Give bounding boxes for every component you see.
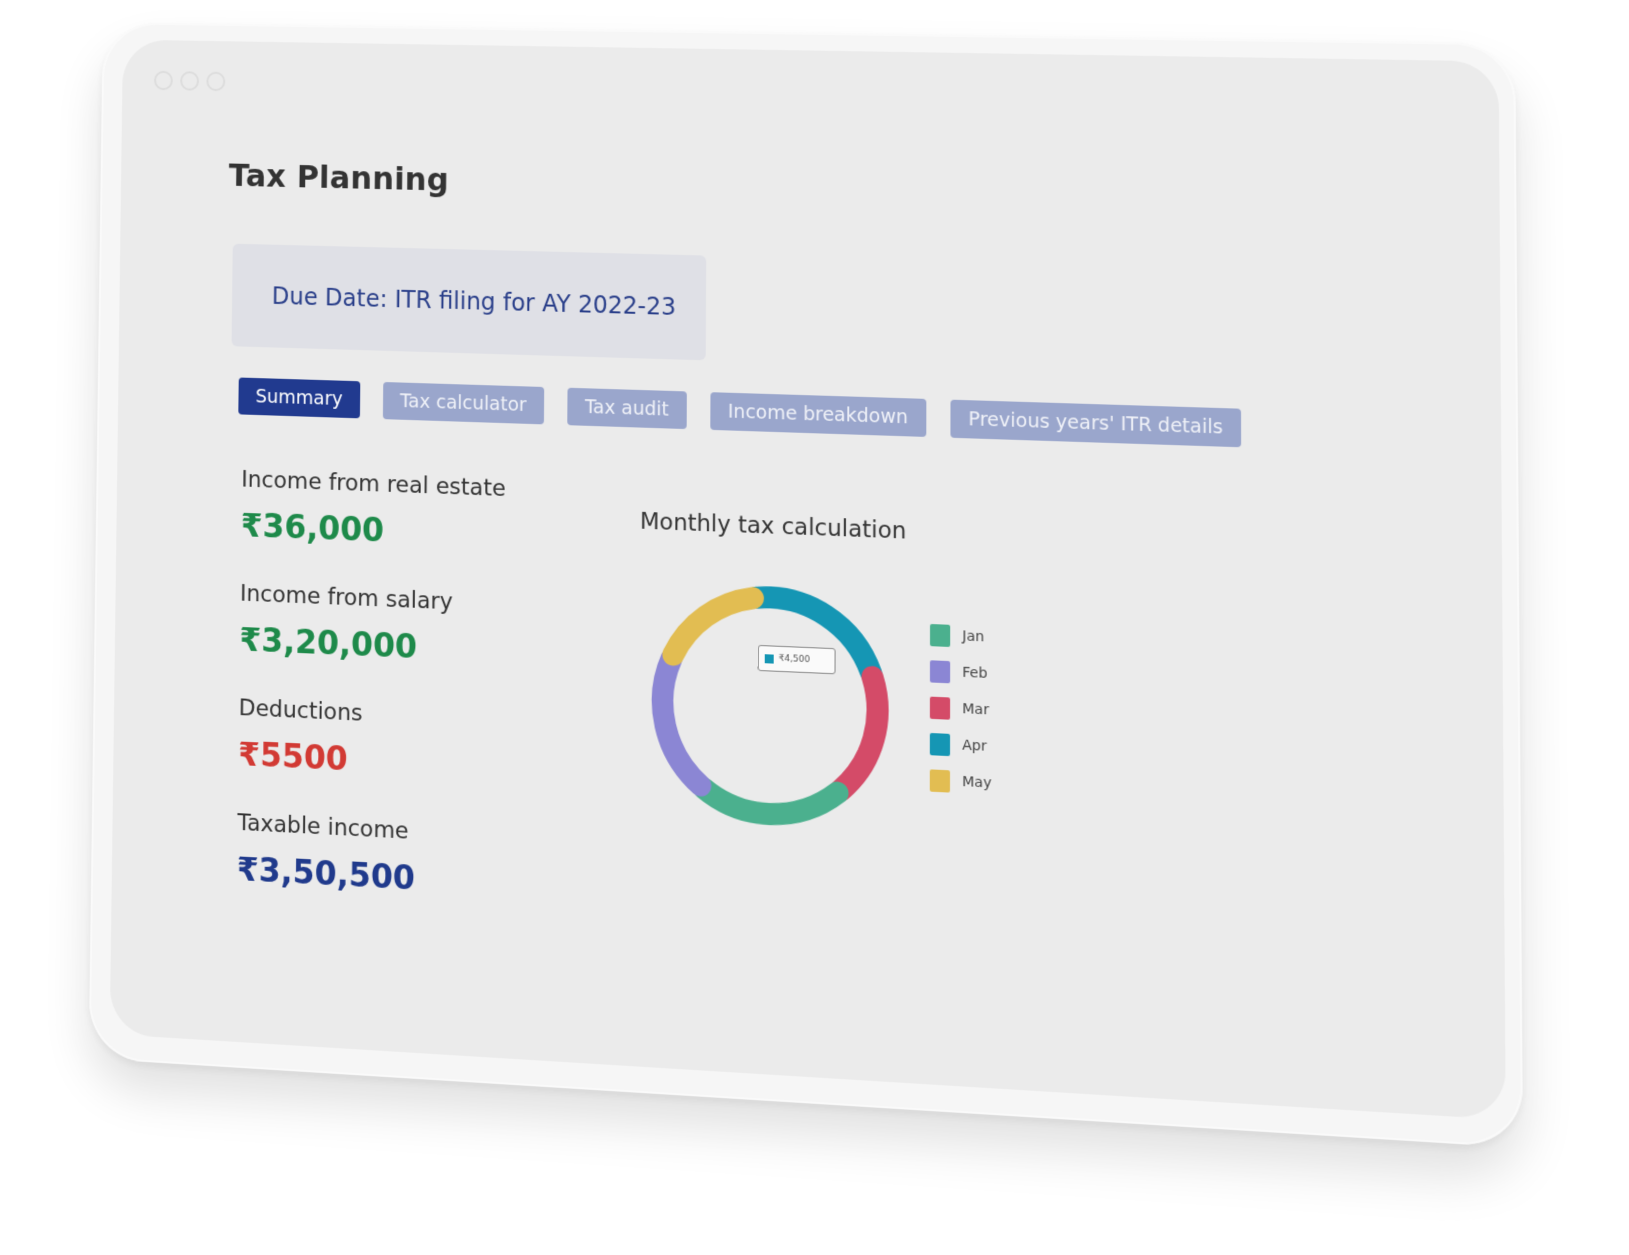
stat-label: Income from real estate bbox=[241, 467, 506, 502]
legend-swatch bbox=[930, 697, 950, 720]
summary-stats: Income from real estate ₹36,000 Income f… bbox=[236, 467, 506, 940]
device-frame: Tax Planning Due Date: ITR filing for AY… bbox=[89, 22, 1523, 1148]
stat-label: Deductions bbox=[239, 695, 504, 733]
stat-value: ₹3,20,000 bbox=[239, 620, 504, 670]
stat-deductions: Deductions ₹5500 bbox=[238, 695, 504, 785]
legend-swatch bbox=[930, 769, 950, 792]
donut-chart bbox=[640, 560, 900, 873]
window-control-dot[interactable] bbox=[154, 71, 173, 90]
tooltip-value: ₹4,500 bbox=[779, 654, 810, 665]
legend-item-feb[interactable]: Feb bbox=[930, 660, 992, 685]
legend-label: Jan bbox=[962, 628, 984, 645]
legend-item-jan[interactable]: Jan bbox=[930, 624, 992, 649]
legend-item-mar[interactable]: Mar bbox=[930, 697, 992, 722]
tooltip-swatch bbox=[765, 654, 774, 663]
stat-label: Taxable income bbox=[237, 810, 503, 849]
monthly-tax-chart: ₹4,500 Jan Feb Mar Apr May bbox=[640, 560, 1206, 889]
stat-value: ₹36,000 bbox=[241, 506, 506, 554]
stat-label: Income from salary bbox=[240, 581, 505, 617]
tab-tax-audit[interactable]: Tax audit bbox=[567, 388, 686, 429]
donut-segment-may[interactable] bbox=[673, 595, 753, 658]
legend-label: May bbox=[962, 774, 991, 792]
due-date-text: Due Date: ITR filing for AY 2022-23 bbox=[272, 282, 676, 320]
window-controls bbox=[154, 71, 225, 91]
tab-income-breakdown[interactable]: Income breakdown bbox=[710, 392, 926, 437]
tab-summary[interactable]: Summary bbox=[238, 377, 360, 418]
legend-label: Feb bbox=[962, 665, 987, 682]
chart-title: Monthly tax calculation bbox=[640, 509, 907, 545]
stat-value: ₹5500 bbox=[238, 735, 504, 786]
legend-item-may[interactable]: May bbox=[930, 769, 992, 794]
app-window: Tax Planning Due Date: ITR filing for AY… bbox=[110, 40, 1506, 1120]
tab-bar: Summary Tax calculator Tax audit Income … bbox=[238, 377, 1241, 447]
legend-swatch bbox=[930, 660, 950, 683]
chart-legend: Jan Feb Mar Apr May bbox=[930, 624, 992, 809]
stat-taxable-income: Taxable income ₹3,50,500 bbox=[237, 810, 503, 902]
tab-tax-calculator[interactable]: Tax calculator bbox=[383, 382, 544, 424]
stat-real-estate-income: Income from real estate ₹36,000 bbox=[241, 467, 506, 554]
window-control-dot[interactable] bbox=[206, 72, 225, 92]
legend-swatch bbox=[930, 624, 950, 647]
legend-item-apr[interactable]: Apr bbox=[930, 733, 992, 758]
legend-swatch bbox=[930, 733, 950, 756]
donut-segment-feb[interactable] bbox=[662, 658, 701, 785]
donut-segment-jan[interactable] bbox=[703, 786, 837, 817]
legend-label: Apr bbox=[962, 737, 987, 754]
tab-previous-itr-details[interactable]: Previous years' ITR details bbox=[950, 400, 1241, 448]
stat-value: ₹3,50,500 bbox=[237, 849, 503, 902]
window-control-dot[interactable] bbox=[180, 71, 199, 91]
page-title: Tax Planning bbox=[229, 157, 450, 199]
legend-label: Mar bbox=[962, 701, 989, 718]
due-date-banner: Due Date: ITR filing for AY 2022-23 bbox=[232, 244, 707, 361]
donut-segment-mar[interactable] bbox=[841, 676, 878, 792]
chart-tooltip: ₹4,500 bbox=[758, 645, 836, 674]
stat-salary-income: Income from salary ₹3,20,000 bbox=[239, 581, 505, 670]
